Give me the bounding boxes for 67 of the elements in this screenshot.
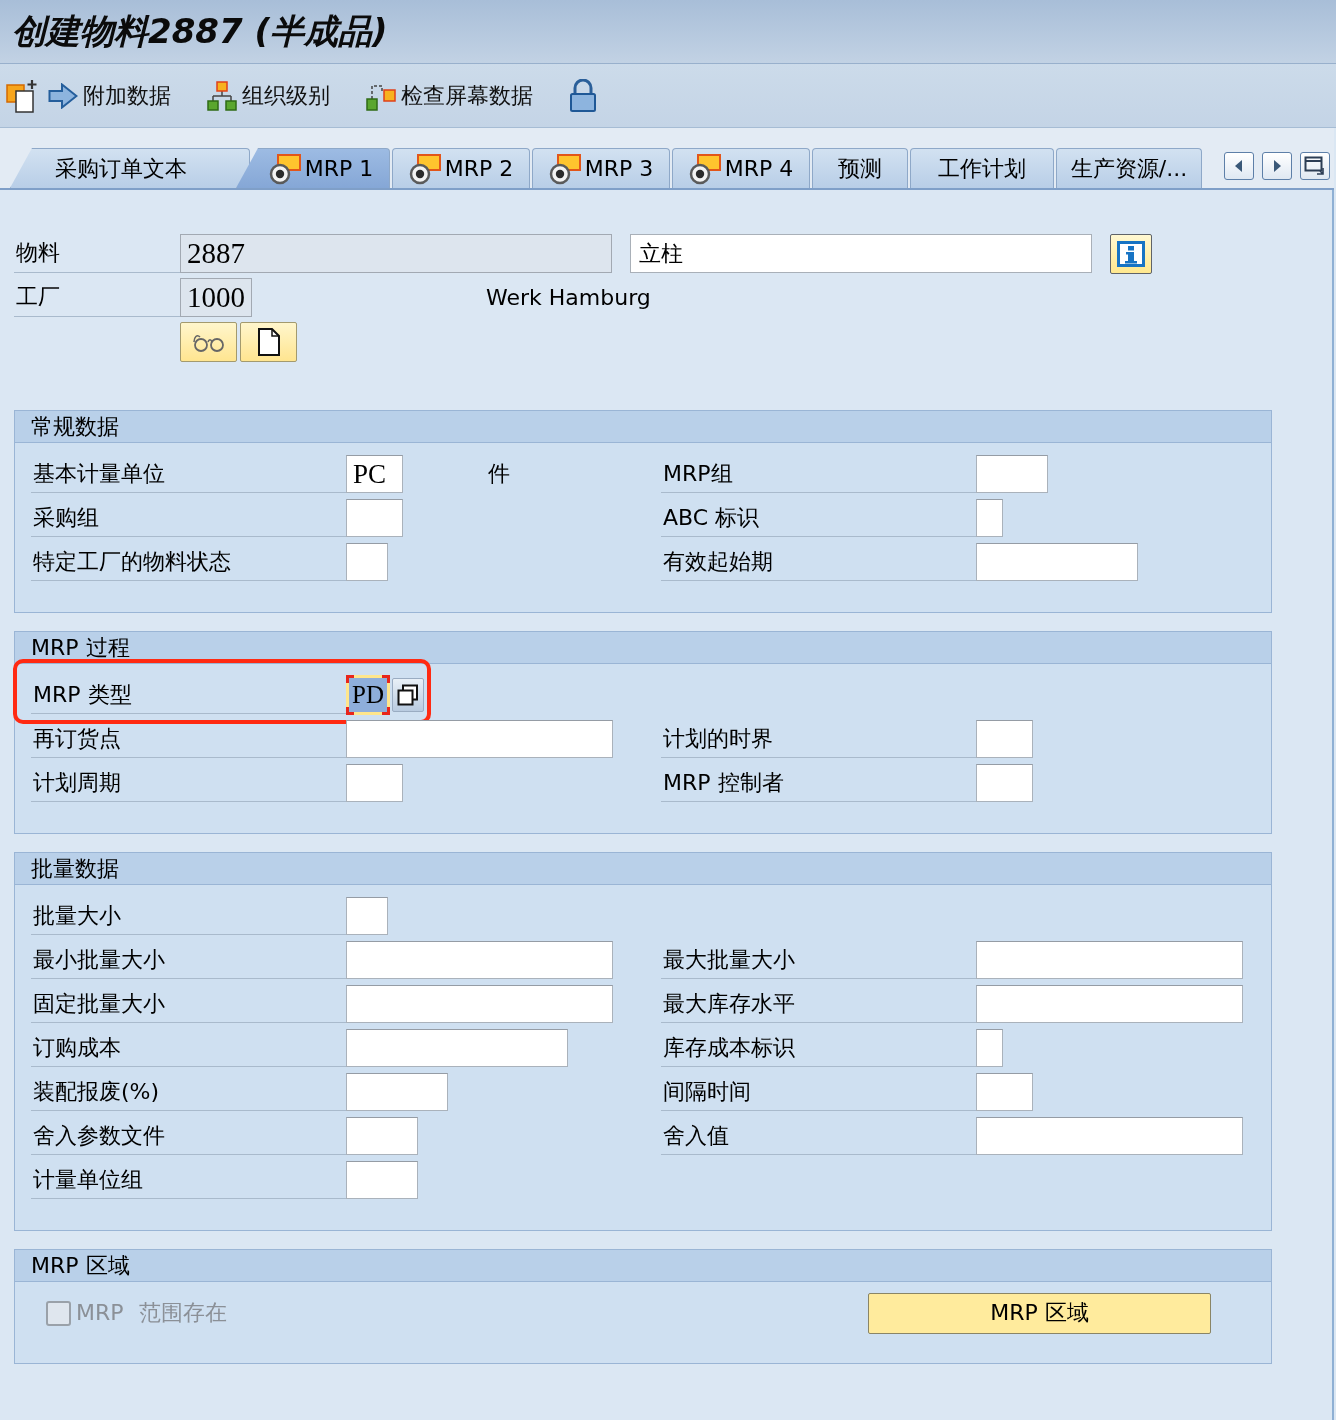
tab[interactable]: MRP 4 (672, 148, 810, 188)
input-field[interactable] (346, 897, 388, 935)
triangle-left-icon (1234, 159, 1244, 173)
document-plus-icon[interactable] (6, 78, 38, 113)
input-field[interactable] (976, 1117, 1243, 1155)
section-header: 批量数据 (15, 853, 1271, 885)
toolbar-button[interactable]: 检查屏幕数据 (366, 80, 533, 111)
description-field: 立柱 (630, 234, 1092, 273)
input-field[interactable] (976, 720, 1033, 758)
scroll-left-button[interactable] (1224, 152, 1254, 180)
lock-icon[interactable] (569, 78, 597, 113)
card-disc-icon (548, 152, 581, 185)
input-field: 2887 (180, 234, 612, 273)
input-field[interactable] (976, 499, 1003, 537)
input-field[interactable] (976, 1073, 1033, 1111)
create-button[interactable] (240, 322, 297, 362)
checkbox-label: MRP 范围存在 (76, 1299, 227, 1327)
value-help-button[interactable] (392, 678, 424, 712)
card-disc-icon (408, 152, 441, 185)
input-field[interactable] (346, 764, 403, 802)
input-field[interactable] (976, 764, 1033, 802)
window-list-icon (1304, 156, 1326, 176)
input-field[interactable]: PD (346, 675, 390, 715)
tab-list-button[interactable] (1300, 152, 1330, 180)
input-field[interactable] (976, 543, 1138, 581)
input-field[interactable] (976, 941, 1243, 979)
input-field[interactable] (346, 985, 613, 1023)
unit-label: 件 (488, 460, 510, 488)
card-disc-icon (268, 152, 301, 185)
input-field[interactable] (976, 455, 1048, 493)
arrow-right-icon (48, 82, 78, 109)
section-header: MRP 过程 (15, 632, 1271, 664)
overlapping-squares-icon (397, 684, 419, 706)
input-field[interactable] (346, 1117, 418, 1155)
tab[interactable]: 生产资源/... (1056, 148, 1202, 188)
card-disc-icon (688, 152, 721, 185)
section-header: MRP 区域 (15, 1250, 1271, 1282)
info-button[interactable] (1110, 233, 1152, 274)
input-field[interactable] (346, 1029, 568, 1067)
scroll-right-button[interactable] (1262, 152, 1292, 180)
input-field[interactable] (346, 720, 613, 758)
section-header: 常规数据 (15, 411, 1271, 443)
input-field[interactable] (976, 985, 1243, 1023)
input-field[interactable] (346, 1161, 418, 1199)
input-field[interactable] (976, 1029, 1003, 1067)
triangle-right-icon (1272, 159, 1282, 173)
tab[interactable]: MRP 3 (532, 148, 670, 188)
hierarchy-icon (207, 80, 237, 111)
input-field[interactable] (346, 941, 613, 979)
blank-document-icon (256, 327, 281, 357)
input-field[interactable] (346, 499, 403, 537)
tab[interactable]: MRP 2 (392, 148, 530, 188)
tab[interactable]: 预测 (812, 148, 908, 188)
mrp-area-button[interactable]: MRP 区域 (868, 1292, 1211, 1334)
input-field: 1000 (180, 278, 252, 317)
info-icon (1117, 240, 1145, 267)
input-field[interactable]: PC (346, 455, 403, 493)
window-title: 创建物料2887 (半成品) (12, 9, 388, 53)
tab[interactable]: 工作计划 (910, 148, 1054, 188)
toolbar-button[interactable]: 组织级别 (207, 80, 330, 111)
tab[interactable]: 采购订单文本 (10, 148, 250, 188)
input-field[interactable] (346, 543, 388, 581)
input-field[interactable] (346, 1073, 448, 1111)
display-button[interactable] (180, 322, 237, 362)
tab[interactable]: MRP 1 (236, 148, 390, 188)
toolbar-button[interactable]: 附加数据 (48, 80, 171, 111)
plant-name: Werk Hamburg (486, 285, 651, 310)
